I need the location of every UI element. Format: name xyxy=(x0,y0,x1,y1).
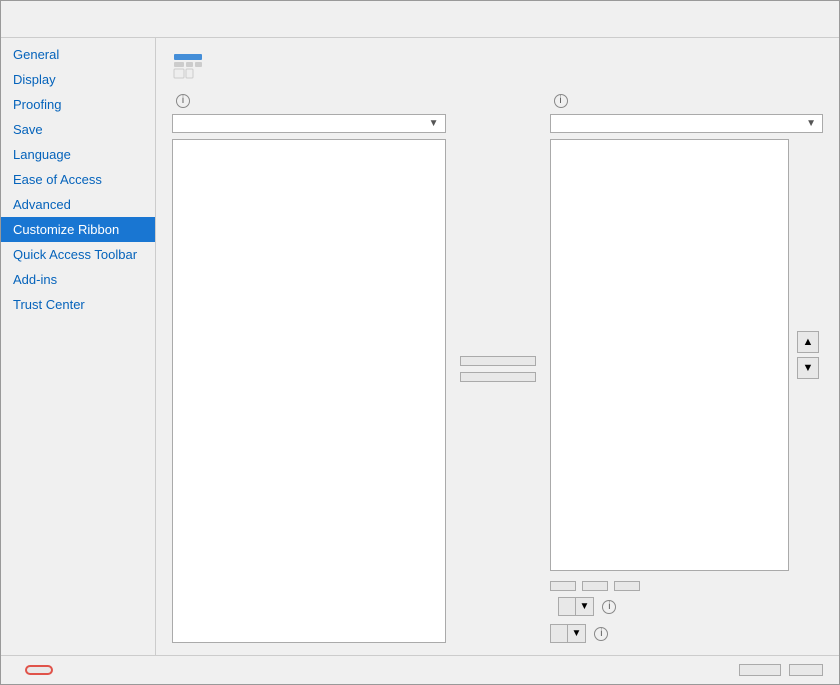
reset-label xyxy=(559,604,575,610)
reset-arrow-icon: ▼ xyxy=(575,598,594,615)
left-info-icon[interactable]: i xyxy=(176,94,190,108)
bottom-tabs-row xyxy=(550,581,824,591)
sidebar-item-display[interactable]: Display xyxy=(1,67,155,92)
import-export-row: ▼ i xyxy=(550,624,824,643)
dialog-footer xyxy=(1,655,839,684)
cancel-button[interactable] xyxy=(789,664,823,676)
footer-ok-cancel xyxy=(739,664,823,676)
import-export-dropdown[interactable]: ▼ xyxy=(550,624,587,643)
left-panel: i ▼ xyxy=(172,94,446,643)
right-arrows: ▲ ▼ xyxy=(793,139,823,571)
sidebar-item-ease-of-access[interactable]: Ease of Access xyxy=(1,167,155,192)
move-down-button[interactable]: ▼ xyxy=(797,357,819,379)
keyboard-shortcuts-section xyxy=(17,665,53,675)
customize-shortcuts-button[interactable] xyxy=(25,665,53,675)
word-options-dialog: GeneralDisplayProofingSaveLanguageEase o… xyxy=(0,0,840,685)
title-bar xyxy=(1,1,839,38)
ok-button[interactable] xyxy=(739,664,781,676)
new-tab-button[interactable] xyxy=(550,581,576,591)
customizations-info-icon[interactable]: i xyxy=(602,600,616,614)
sidebar-item-customize-ribbon[interactable]: Customize Ribbon xyxy=(1,217,155,242)
sidebar-item-general[interactable]: General xyxy=(1,42,155,67)
header-row xyxy=(172,50,823,82)
sidebar-item-language[interactable]: Language xyxy=(1,142,155,167)
customizations-row: ▼ i xyxy=(550,597,824,616)
left-dropdown[interactable]: ▼ xyxy=(172,114,446,133)
help-button[interactable] xyxy=(783,9,803,29)
close-button[interactable] xyxy=(807,9,827,29)
remove-button[interactable] xyxy=(460,372,536,382)
left-dropdown-arrow: ▼ xyxy=(429,118,439,129)
ribbon-icon xyxy=(172,50,204,82)
ribbon-tree[interactable] xyxy=(550,139,790,571)
right-dropdown[interactable]: ▼ xyxy=(550,114,824,133)
import-export-arrow-icon: ▼ xyxy=(567,625,586,642)
main-content: i ▼ xyxy=(156,38,839,655)
sidebar-item-advanced[interactable]: Advanced xyxy=(1,192,155,217)
move-up-button[interactable]: ▲ xyxy=(797,331,819,353)
middle-buttons xyxy=(454,94,542,643)
right-label-row: i xyxy=(550,94,824,108)
right-info-icon[interactable]: i xyxy=(554,94,568,108)
sidebar-item-add-ins[interactable]: Add-ins xyxy=(1,267,155,292)
sidebar-item-trust-center[interactable]: Trust Center xyxy=(1,292,155,317)
rename-button[interactable] xyxy=(614,581,640,591)
title-bar-controls xyxy=(783,9,827,29)
sidebar: GeneralDisplayProofingSaveLanguageEase o… xyxy=(1,38,156,655)
new-group-button[interactable] xyxy=(582,581,608,591)
tree-panel: ▲ ▼ xyxy=(550,139,824,571)
left-label-row: i xyxy=(172,94,446,108)
right-dropdown-arrow: ▼ xyxy=(806,118,816,129)
two-columns: i ▼ xyxy=(172,94,823,643)
import-export-info-icon[interactable]: i xyxy=(594,627,608,641)
dialog-body: GeneralDisplayProofingSaveLanguageEase o… xyxy=(1,38,839,655)
sidebar-item-proofing[interactable]: Proofing xyxy=(1,92,155,117)
commands-listbox[interactable] xyxy=(172,139,446,643)
import-export-label xyxy=(551,631,567,637)
right-panel-wrapper: i ▼ ▲ ▼ xyxy=(550,94,824,643)
reset-dropdown[interactable]: ▼ xyxy=(558,597,595,616)
add-button[interactable] xyxy=(460,356,536,366)
sidebar-item-quick-access-toolbar[interactable]: Quick Access Toolbar xyxy=(1,242,155,267)
sidebar-item-save[interactable]: Save xyxy=(1,117,155,142)
